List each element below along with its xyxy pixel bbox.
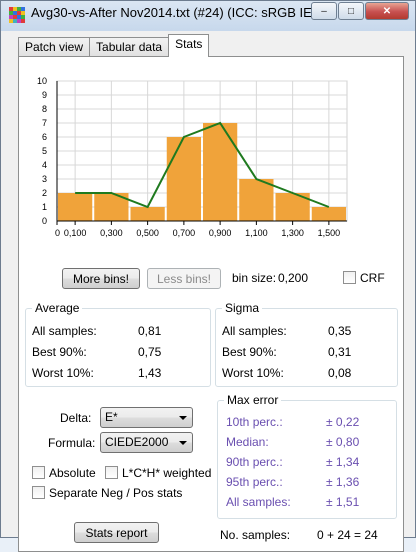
sigma-all-label: All samples: xyxy=(222,324,287,338)
minimize-button[interactable]: – xyxy=(311,2,337,20)
close-button[interactable]: ✕ xyxy=(365,2,409,20)
delta-select-value: E* xyxy=(105,410,118,424)
max-error-p10-label: 10th perc.: xyxy=(226,415,283,429)
histogram-bar xyxy=(58,193,93,221)
average-group: Average All samples: 0,81 Best 90%: 0,75… xyxy=(25,301,211,387)
more-bins-button[interactable]: More bins! xyxy=(62,268,140,289)
average-title: Average xyxy=(32,301,83,315)
y-tick-label: 4 xyxy=(42,160,47,170)
formula-select[interactable]: CIEDE2000 xyxy=(100,432,193,453)
x-tick-label: 1,100 xyxy=(245,228,268,238)
tab-stats[interactable]: Stats xyxy=(168,34,210,57)
sigma-best-label: Best 90%: xyxy=(222,345,277,359)
y-tick-label: 8 xyxy=(42,104,47,114)
chevron-down-icon xyxy=(179,441,187,445)
maximize-button[interactable]: □ xyxy=(338,2,364,20)
lch-weighted-checkbox[interactable] xyxy=(105,466,118,479)
max-error-all-value: ± 1,51 xyxy=(326,495,360,509)
average-best-label: Best 90%: xyxy=(32,345,87,359)
less-bins-button[interactable]: Less bins! xyxy=(147,268,221,289)
histogram-bar xyxy=(311,207,346,221)
y-tick-label: 3 xyxy=(42,174,47,184)
lch-weighted-label: L*C*H* weighted xyxy=(122,466,212,480)
sigma-worst-value: 0,08 xyxy=(328,366,352,380)
window-title: Avg30-vs-After Nov2014.txt (#24) (ICC: s… xyxy=(31,5,331,20)
samples-label: No. samples: xyxy=(220,528,291,542)
y-tick-label: 5 xyxy=(42,146,47,156)
stats-report-button[interactable]: Stats report xyxy=(74,522,159,543)
absolute-label: Absolute xyxy=(49,466,96,480)
y-tick-label: 7 xyxy=(42,118,47,128)
separate-stats-checkbox[interactable] xyxy=(32,486,45,499)
average-all-label: All samples: xyxy=(32,324,97,338)
y-tick-label: 9 xyxy=(42,90,47,100)
average-all-value: 0,81 xyxy=(138,324,162,338)
x-tick-label: 0,700 xyxy=(173,228,196,238)
y-tick-label: 10 xyxy=(37,76,47,86)
x-tick-label: 0,300 xyxy=(100,228,123,238)
max-error-median-label: Median: xyxy=(226,435,269,449)
max-error-group: Max error 10th perc.: ± 0,22 Median: ± 0… xyxy=(217,393,397,519)
sigma-worst-label: Worst 10%: xyxy=(222,366,284,380)
bin-size-label: bin size: xyxy=(232,271,277,285)
title-bar[interactable]: Avg30-vs-After Nov2014.txt (#24) (ICC: s… xyxy=(1,1,415,29)
max-error-p95-label: 95th perc.: xyxy=(226,475,283,489)
sigma-title: Sigma xyxy=(222,301,263,315)
tab-tabular-data[interactable]: Tabular data xyxy=(89,37,170,57)
max-error-p90-value: ± 1,34 xyxy=(326,455,360,469)
app-window: Avg30-vs-After Nov2014.txt (#24) (ICC: s… xyxy=(0,0,416,552)
tab-strip: Patch view Tabular data Stats xyxy=(18,34,210,57)
average-worst-label: Worst 10%: xyxy=(32,366,94,380)
max-error-p95-value: ± 1,36 xyxy=(326,475,360,489)
average-best-value: 0,75 xyxy=(138,345,162,359)
histogram-bar xyxy=(130,207,165,221)
crf-label: CRF xyxy=(360,271,385,285)
samples-value: 0 + 24 = 24 xyxy=(317,528,378,542)
x-tick-label: 1,500 xyxy=(318,228,341,238)
histogram-chart: 0 1 2 3 4 5 6 7 8 9 10 0 0,100 0,300 0,500 0,700 0,900 1,… xyxy=(37,76,348,238)
sigma-group: Sigma All samples: 0,35 Best 90%: 0,31 W… xyxy=(215,301,398,387)
max-error-p90-label: 90th perc.: xyxy=(226,455,283,469)
sigma-all-value: 0,35 xyxy=(328,324,352,338)
formula-select-value: CIEDE2000 xyxy=(105,435,169,449)
histogram-bar xyxy=(203,123,238,221)
max-error-all-label: All samples: xyxy=(226,495,291,509)
dialog-content: Patch view Tabular data Stats 0 1 2 3 4 5 6 7 8 9… xyxy=(8,31,408,552)
absolute-checkbox[interactable] xyxy=(32,466,45,479)
separate-stats-label: Separate Neg / Pos stats xyxy=(49,486,183,500)
app-color-grid-icon xyxy=(9,7,25,23)
chevron-down-icon xyxy=(179,416,187,420)
stats-panel: 0 1 2 3 4 5 6 7 8 9 10 0 0,100 0,300 0,500 0,700 0,900 1,… xyxy=(18,56,404,552)
formula-label: Formula: xyxy=(48,436,96,450)
histogram-bar xyxy=(239,179,274,221)
max-error-p10-value: ± 0,22 xyxy=(326,415,360,429)
x-tick-label: 1,300 xyxy=(281,228,304,238)
average-worst-value: 1,43 xyxy=(138,366,162,380)
histogram-bar xyxy=(166,137,201,221)
x-tick-label: 0,500 xyxy=(136,228,159,238)
x-tick-label: 0,900 xyxy=(209,228,232,238)
max-error-title: Max error xyxy=(224,393,282,407)
crf-checkbox[interactable] xyxy=(343,271,356,284)
tab-patch-view[interactable]: Patch view xyxy=(18,37,91,57)
y-tick-label: 2 xyxy=(42,188,47,198)
y-tick-label: 0 xyxy=(42,216,47,226)
sigma-best-value: 0,31 xyxy=(328,345,352,359)
bin-size-value: 0,200 xyxy=(278,271,309,285)
x-tick-label: 0 xyxy=(55,228,60,238)
delta-label: Delta: xyxy=(60,411,92,425)
y-tick-label: 1 xyxy=(42,202,47,212)
max-error-median-value: ± 0,80 xyxy=(326,435,360,449)
delta-select[interactable]: E* xyxy=(100,407,193,428)
y-tick-label: 6 xyxy=(42,132,47,142)
x-tick-label: 0,100 xyxy=(64,228,87,238)
